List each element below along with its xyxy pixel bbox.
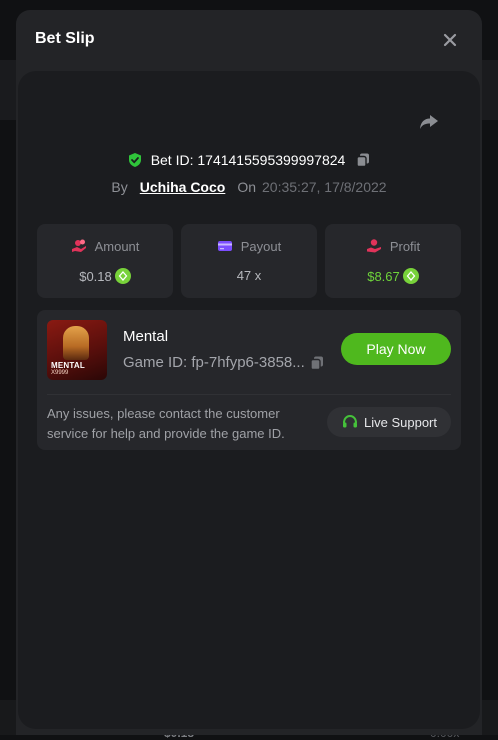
- game-id-row: Game ID: fp-7hfyp6-3858...: [123, 354, 325, 371]
- live-support-button[interactable]: Live Support: [327, 407, 451, 437]
- live-support-label: Live Support: [364, 414, 437, 430]
- coin-icon: [114, 268, 131, 284]
- shield-check-icon: [128, 153, 141, 167]
- stat-payout-label: Payout: [240, 238, 282, 254]
- user-link[interactable]: Uchiha Coco: [140, 179, 226, 195]
- game-thumbnail[interactable]: MENTAL X9999: [47, 320, 107, 380]
- on-label: On: [237, 179, 257, 195]
- game-name: Mental: [123, 328, 169, 345]
- copy-icon[interactable]: [309, 355, 325, 371]
- bet-author-row: By Uchiha Coco On 20:35:27, 17/8/2022: [18, 179, 480, 195]
- play-now-button[interactable]: Play Now: [341, 333, 451, 365]
- bet-id-value: 1741415595399997824: [197, 152, 346, 168]
- stat-amount-value: $0.18: [79, 268, 112, 284]
- stat-amount: Amount $0.18: [37, 224, 173, 298]
- divider: [47, 394, 451, 395]
- close-icon[interactable]: [440, 30, 460, 50]
- bet-id-row: Bet ID: 1741415595399997824: [18, 152, 480, 168]
- card-icon: [217, 241, 232, 251]
- stat-payout-value: 47 x: [236, 268, 262, 283]
- stat-payout: Payout 47 x: [181, 224, 317, 298]
- hand-money-icon: [366, 239, 381, 253]
- coins-hand-icon: [71, 239, 86, 252]
- game-thumbnail-title: MENTAL: [51, 361, 85, 370]
- stat-profit-label: Profit: [389, 238, 421, 254]
- share-icon[interactable]: [416, 109, 442, 135]
- game-thumbnail-figure: [63, 326, 89, 360]
- support-message: Any issues, please contact the customer …: [47, 406, 285, 441]
- game-card: MENTAL X9999 Mental Game ID: fp-7hfyp6-3…: [37, 310, 461, 450]
- stat-amount-label: Amount: [94, 238, 140, 254]
- bet-details-panel: Bet ID: 1741415595399997824 By Uchiha Co…: [18, 71, 480, 729]
- game-id: Game ID: fp-7hfyp6-3858...: [123, 354, 305, 371]
- bet-stats: Amount $0.18 Payout 47 x Profit $8.67: [37, 224, 461, 298]
- bet-slip-modal: Bet Slip Bet ID: 1741415595399997824 By …: [16, 10, 482, 735]
- stat-profit-value: $8.67: [367, 268, 400, 284]
- copy-icon[interactable]: [355, 152, 371, 168]
- headset-icon: [343, 414, 357, 428]
- coin-icon: [402, 268, 419, 284]
- modal-title: Bet Slip: [35, 30, 95, 47]
- bet-id-label: Bet ID:: [150, 152, 194, 168]
- bet-timestamp: 20:35:27, 17/8/2022: [262, 179, 387, 195]
- game-thumbnail-subtitle: X9999: [51, 370, 69, 376]
- stat-profit: Profit $8.67: [325, 224, 461, 298]
- by-label: By: [111, 179, 128, 195]
